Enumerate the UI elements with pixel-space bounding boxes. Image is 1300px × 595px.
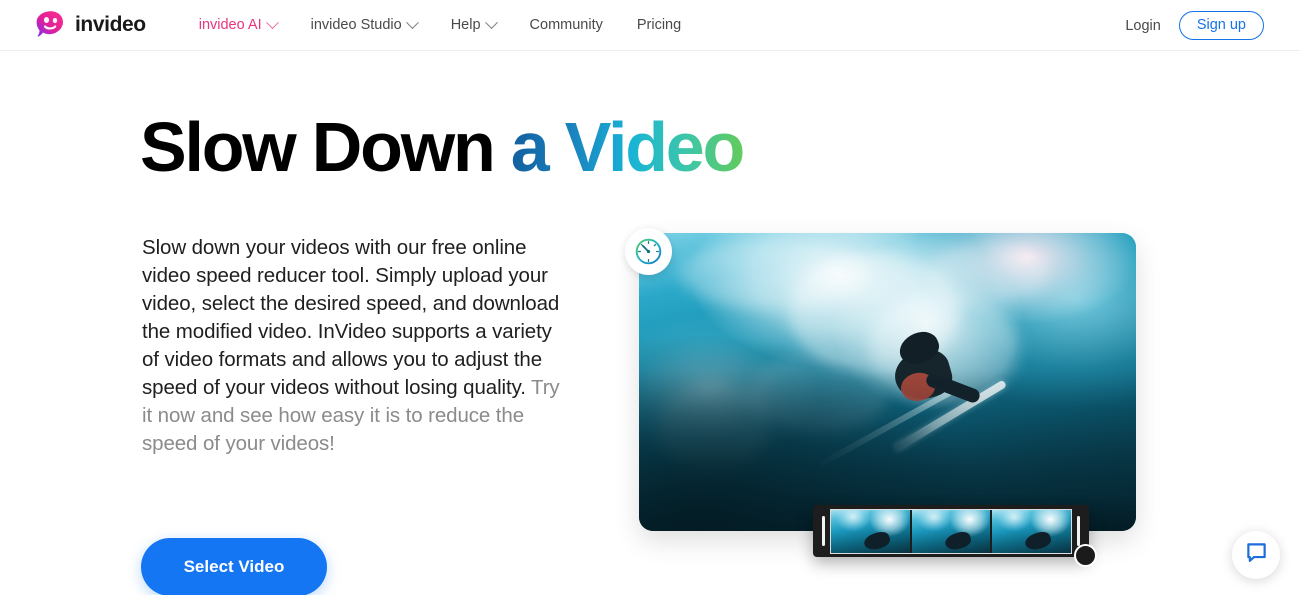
main-nav: invideo AI invideo Studio Help Community… <box>182 11 698 39</box>
timeline-frame[interactable] <box>992 509 1071 553</box>
video-timeline[interactable] <box>813 505 1097 567</box>
video-vignette <box>639 233 1136 531</box>
page-title-gradient: a Video <box>510 108 746 186</box>
signup-button[interactable]: Sign up <box>1178 11 1264 40</box>
timeline-frame[interactable] <box>911 509 991 553</box>
hero-description-strong: Slow down your videos with our free onli… <box>142 236 560 399</box>
site-header: invideo invideo AI invideo Studio Help C… <box>0 0 1300 51</box>
hero-description: Slow down your videos with our free onli… <box>142 234 562 458</box>
timeline-frames[interactable] <box>830 508 1072 554</box>
nav-label: Community <box>529 17 603 33</box>
header-actions: Login Sign up <box>1125 0 1264 51</box>
speedometer-icon <box>625 228 672 275</box>
nav-item-invideo-studio[interactable]: invideo Studio <box>294 11 434 39</box>
page-title: Slow Down a Video <box>140 112 745 182</box>
chat-bubble-icon <box>1244 540 1269 570</box>
chevron-down-icon <box>405 15 419 29</box>
page-title-plain: Slow Down <box>140 108 511 186</box>
select-video-button[interactable]: Select Video <box>141 538 327 595</box>
chat-widget-button[interactable] <box>1232 531 1280 579</box>
nav-item-community[interactable]: Community <box>513 11 620 39</box>
chevron-down-icon <box>484 15 498 29</box>
logo-text: invideo <box>75 13 146 36</box>
page-root: invideo invideo AI invideo Studio Help C… <box>0 0 1300 595</box>
nav-item-invideo-ai[interactable]: invideo AI <box>182 11 294 39</box>
nav-label: Pricing <box>636 17 682 33</box>
trim-handle-left[interactable] <box>817 508 830 554</box>
nav-label: invideo AI <box>198 17 262 33</box>
nav-item-help[interactable]: Help <box>434 11 513 39</box>
timeline-frame[interactable] <box>831 509 910 553</box>
logo[interactable]: invideo <box>36 10 146 40</box>
nav-label: Help <box>450 17 481 33</box>
login-link[interactable]: Login <box>1125 18 1160 34</box>
invideo-logo-icon <box>36 10 66 40</box>
nav-label: invideo Studio <box>310 17 402 33</box>
timeline-drag-handle[interactable] <box>1074 544 1097 567</box>
video-preview[interactable] <box>639 233 1136 531</box>
nav-item-pricing[interactable]: Pricing <box>620 11 698 39</box>
chevron-down-icon <box>265 15 279 29</box>
